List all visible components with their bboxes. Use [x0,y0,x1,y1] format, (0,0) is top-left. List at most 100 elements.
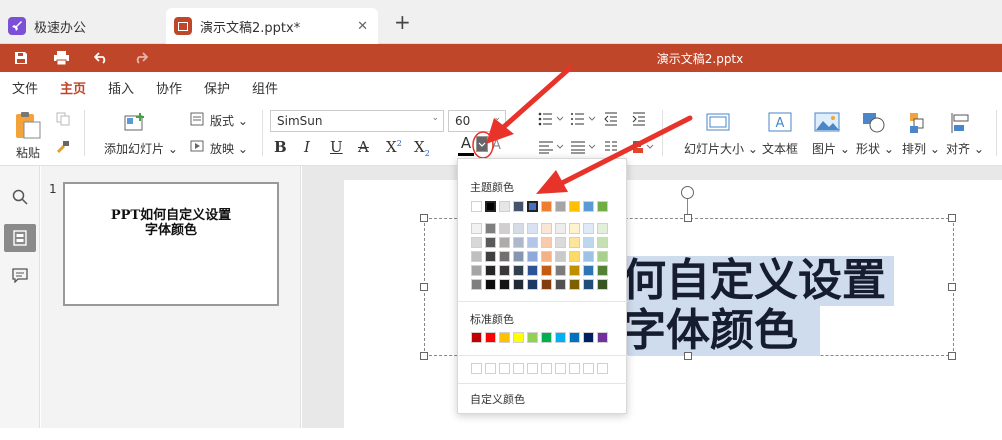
recent-color-swatch[interactable] [513,363,524,374]
standard-color-swatch[interactable] [499,332,510,343]
theme-shade-swatch[interactable] [555,265,566,276]
paste-icon[interactable] [12,110,44,140]
theme-color-swatch[interactable] [526,200,539,213]
tab-document[interactable]: 演示文稿2.pptx* ✕ [166,8,378,44]
theme-shade-swatch[interactable] [555,251,566,262]
resize-handle[interactable] [948,214,956,222]
search-icon[interactable] [9,186,31,208]
arrange-icon[interactable] [908,112,928,134]
theme-shade-swatch[interactable] [583,223,594,234]
theme-shade-swatch[interactable] [485,251,496,262]
decrease-indent-icon[interactable] [604,112,618,126]
standard-color-swatch[interactable] [597,332,608,343]
align-left-icon[interactable] [538,140,564,154]
bold-button[interactable]: B [274,138,287,156]
undo-icon[interactable] [92,49,110,67]
standard-color-swatch[interactable] [541,332,552,343]
theme-shade-swatch[interactable] [527,265,538,276]
theme-shade-swatch[interactable] [485,279,496,290]
slide-size-icon[interactable] [706,112,730,132]
format-painter-icon[interactable] [56,140,70,154]
theme-shade-swatch[interactable] [471,251,482,262]
recent-color-swatch[interactable] [471,363,482,374]
recent-color-swatch[interactable] [541,363,552,374]
copy-icon[interactable] [56,112,70,126]
slide[interactable]: 何自定义设置 字体颜色 [344,180,1002,440]
comment-icon[interactable] [9,264,31,286]
paste-label[interactable]: 粘贴 [16,144,40,161]
theme-shade-swatch[interactable] [597,237,608,248]
theme-shade-swatch[interactable] [499,237,510,248]
theme-shade-swatch[interactable] [597,279,608,290]
standard-color-swatch[interactable] [583,332,594,343]
custom-color-button[interactable]: 自定义颜色 [470,391,525,407]
theme-shade-swatch[interactable] [471,223,482,234]
arrange-button[interactable]: 排列 ⌄ [902,140,940,157]
strikethrough-button[interactable]: A [358,138,369,156]
close-icon[interactable]: ✕ [357,19,368,34]
theme-shade-swatch[interactable] [583,279,594,290]
resize-handle[interactable] [684,352,692,360]
menu-home[interactable]: 主页 [60,78,86,97]
align-icon[interactable] [950,112,972,134]
recent-color-swatch[interactable] [555,363,566,374]
menu-file[interactable]: 文件 [12,78,38,97]
theme-shade-swatch[interactable] [597,265,608,276]
font-name-select[interactable]: SimSun ⌄ [270,110,444,132]
increase-indent-icon[interactable] [632,112,646,126]
resize-handle[interactable] [948,283,956,291]
slide-title-line-1[interactable]: 何自定义设置 [622,256,894,306]
theme-shade-swatch[interactable] [527,237,538,248]
theme-shade-swatch[interactable] [513,251,524,262]
subscript-button[interactable]: X2 [414,138,430,158]
theme-shade-swatch[interactable] [555,279,566,290]
recent-color-swatch[interactable] [569,363,580,374]
theme-shade-swatch[interactable] [499,251,510,262]
shape-button[interactable]: 形状 ⌄ [856,140,894,157]
bullet-list-icon[interactable] [538,112,564,126]
resize-handle[interactable] [420,214,428,222]
numbered-list-icon[interactable] [570,112,596,126]
columns-icon[interactable] [604,140,618,154]
theme-shade-swatch[interactable] [471,237,482,248]
theme-shade-swatch[interactable] [513,223,524,234]
recent-color-swatch[interactable] [527,363,538,374]
theme-shade-swatch[interactable] [485,223,496,234]
theme-shade-swatch[interactable] [499,279,510,290]
menu-collaborate[interactable]: 协作 [156,78,182,97]
theme-shade-swatch[interactable] [597,251,608,262]
play-button[interactable]: 放映 ⌄ [210,140,248,157]
theme-shade-swatch[interactable] [583,265,594,276]
theme-shade-swatch[interactable] [583,237,594,248]
theme-shade-swatch[interactable] [583,251,594,262]
resize-handle[interactable] [948,352,956,360]
tab-home[interactable]: 极速办公 [8,8,158,44]
slide-title-line-2[interactable]: 字体颜色 [622,306,820,356]
theme-shade-swatch[interactable] [485,265,496,276]
underline-button[interactable]: U [330,138,343,156]
print-icon[interactable] [52,49,70,67]
play-icon[interactable] [190,140,204,154]
layout-icon[interactable] [190,112,204,126]
theme-shade-swatch[interactable] [527,223,538,234]
superscript-button[interactable]: X2 [386,138,402,156]
theme-color-swatch[interactable] [541,201,552,212]
shape-icon[interactable] [862,112,886,134]
theme-color-swatch[interactable] [569,201,580,212]
theme-shade-swatch[interactable] [541,223,552,234]
theme-shade-swatch[interactable] [569,237,580,248]
layout-button[interactable]: 版式 ⌄ [210,112,248,129]
theme-shade-swatch[interactable] [541,251,552,262]
new-tab-icon[interactable]: + [394,10,411,34]
theme-color-swatch[interactable] [583,201,594,212]
theme-shade-swatch[interactable] [569,223,580,234]
italic-button[interactable]: I [304,138,310,156]
rotate-handle-icon[interactable] [681,186,694,199]
theme-color-swatch[interactable] [484,200,497,213]
menu-protect[interactable]: 保护 [204,78,230,97]
standard-color-swatch[interactable] [527,332,538,343]
theme-shade-swatch[interactable] [513,237,524,248]
theme-color-swatch[interactable] [513,201,524,212]
theme-shade-swatch[interactable] [597,223,608,234]
textbox-icon[interactable]: A [768,112,792,132]
